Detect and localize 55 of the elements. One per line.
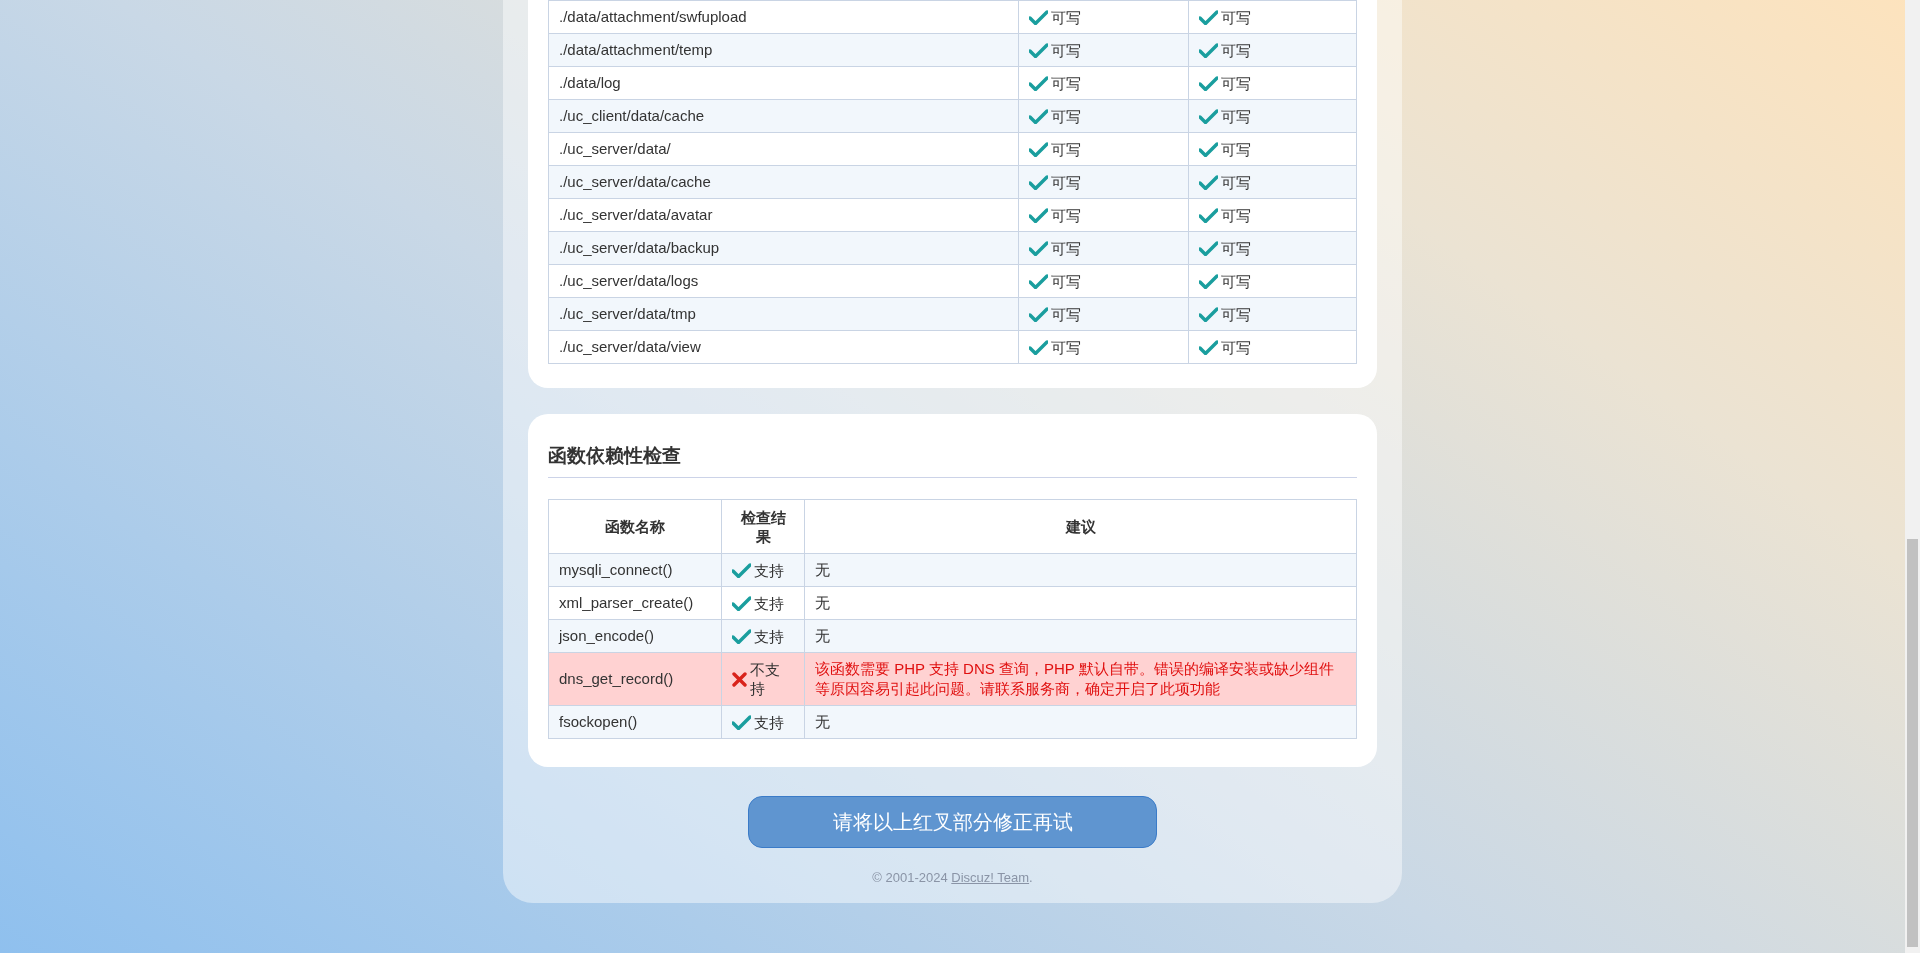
- status-text: 可写: [1051, 7, 1081, 27]
- path-cell: ./uc_server/data/logs: [548, 264, 1019, 298]
- advice-cell: 无: [804, 553, 1357, 587]
- status-text: 支持: [754, 626, 784, 646]
- status-text: 可写: [1051, 106, 1081, 126]
- status-text: 可写: [1221, 106, 1251, 126]
- advice-cell: 无: [804, 586, 1357, 620]
- path-cell: ./data/attachment/temp: [548, 33, 1019, 67]
- advice-cell: 无: [804, 619, 1357, 653]
- status-text: 可写: [1051, 337, 1081, 357]
- copyright-text: © 2001-2024 Discuz! Team.: [871, 870, 1034, 885]
- path-cell: ./data/attachment/swfupload: [548, 0, 1019, 34]
- status-text: 可写: [1051, 205, 1081, 225]
- path-cell: ./uc_server/data/tmp: [548, 297, 1019, 331]
- function-name-cell: json_encode(): [548, 619, 722, 653]
- column-header: 函数名称: [548, 499, 722, 554]
- status-text: 支持: [754, 712, 784, 732]
- path-cell: ./uc_server/data/: [548, 132, 1019, 166]
- status-text: 可写: [1221, 304, 1251, 324]
- status-text: 可写: [1221, 73, 1251, 93]
- status-text: 支持: [754, 593, 784, 613]
- advice-cell: 该函数需要 PHP 支持 DNS 查询，PHP 默认自带。错误的编译安装或缺少组件等原因容易引起此问题。请联系服务商，确定开启了此项功能: [804, 652, 1357, 706]
- path-cell: ./data/log: [548, 66, 1019, 100]
- path-cell: ./uc_server/data/avatar: [548, 198, 1019, 232]
- status-text: 可写: [1221, 238, 1251, 258]
- function-name-cell: xml_parser_create(): [548, 586, 722, 620]
- function-name-cell: mysqli_connect(): [548, 553, 722, 587]
- scrollbar-thumb[interactable]: [1907, 539, 1918, 947]
- path-cell: ./uc_client/data/cache: [548, 99, 1019, 133]
- retry-button[interactable]: 请将以上红叉部分修正再试: [748, 796, 1157, 848]
- function-name-cell: dns_get_record(): [548, 652, 722, 706]
- status-text: 可写: [1051, 73, 1081, 93]
- function-name-cell: fsockopen(): [548, 705, 722, 739]
- path-cell: ./uc_server/data/view: [548, 330, 1019, 364]
- status-text: 可写: [1221, 40, 1251, 60]
- status-text: 可写: [1051, 139, 1081, 159]
- status-text: 支持: [754, 560, 784, 580]
- status-text: 可写: [1051, 172, 1081, 192]
- status-text: 可写: [1051, 304, 1081, 324]
- status-text: 可写: [1051, 271, 1081, 291]
- path-cell: ./uc_server/data/cache: [548, 165, 1019, 199]
- status-text: 可写: [1221, 172, 1251, 192]
- advice-cell: 无: [804, 705, 1357, 739]
- status-text: 可写: [1051, 238, 1081, 258]
- path-cell: ./uc_server/data/backup: [548, 231, 1019, 265]
- status-text: 可写: [1221, 271, 1251, 291]
- status-text: 可写: [1221, 7, 1251, 27]
- status-text: 可写: [1221, 139, 1251, 159]
- status-text: 可写: [1221, 205, 1251, 225]
- column-header: 检查结果: [721, 499, 805, 554]
- section-title: 函数依赖性检查: [548, 444, 1357, 478]
- status-text: 可写: [1051, 40, 1081, 60]
- status-text: 可写: [1221, 337, 1251, 357]
- status-text: 不支持: [750, 660, 781, 698]
- column-header: 建议: [804, 499, 1357, 554]
